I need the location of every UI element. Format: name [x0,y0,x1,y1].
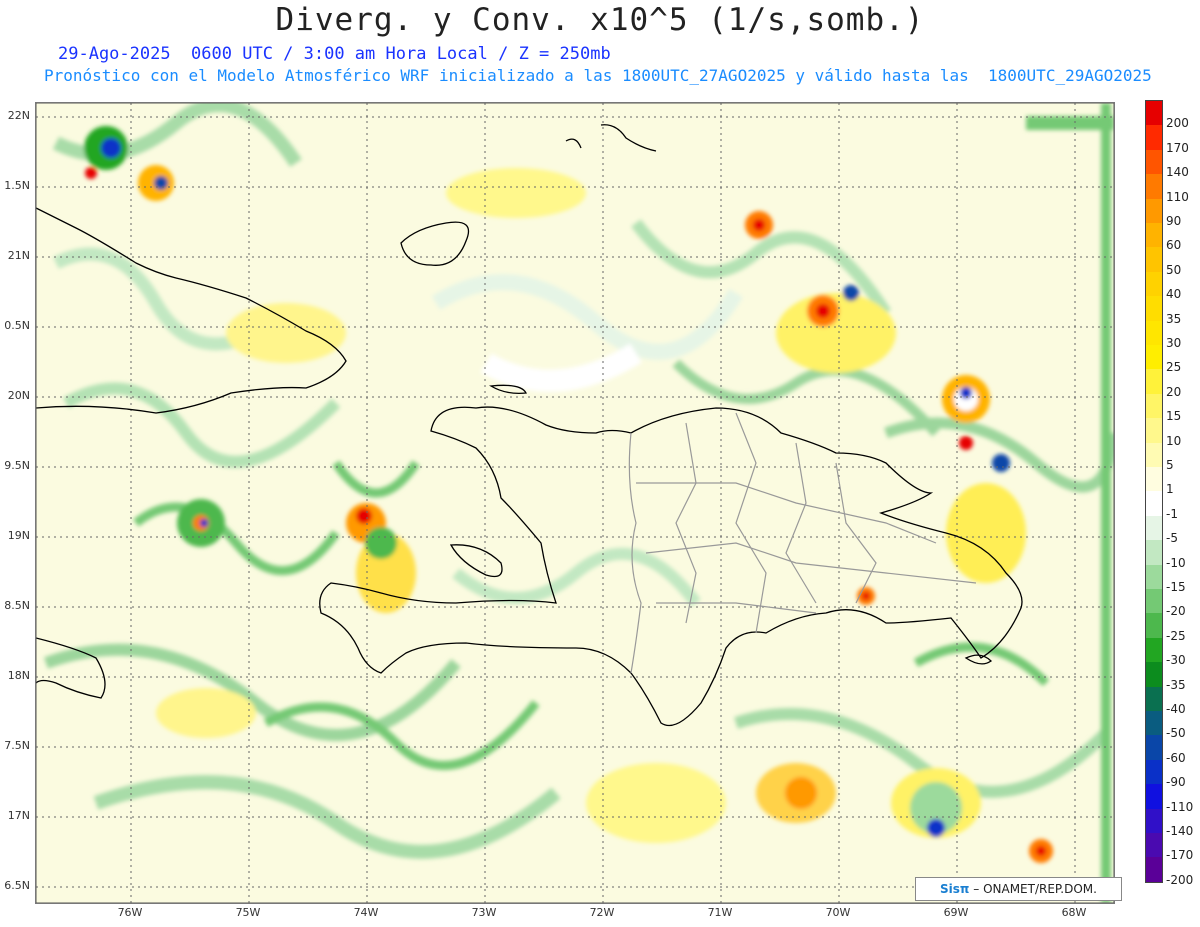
colorbar-swatch [1146,271,1162,297]
lat-label: 21N [7,249,30,262]
colorbar-label: 30 [1166,336,1182,350]
colorbar-swatch [1146,686,1162,712]
lon-label: 72W [589,906,615,919]
lon-label: 70W [825,906,851,919]
colorbar-swatch [1146,369,1162,395]
colorbar-label: 170 [1166,140,1189,155]
colorbar-swatch [1146,515,1162,541]
lat-label: 19N [7,529,30,542]
colorbar-swatch [1146,613,1162,639]
colorbar-swatch [1146,662,1162,688]
sispi-logo: Sisπ [940,882,970,896]
lat-label: 9.5N [4,459,30,472]
colorbar-label: -15 [1166,580,1186,594]
colorbar-swatch [1146,735,1162,761]
colorbar-label: -10 [1166,555,1186,570]
colorbar-swatch [1146,564,1162,590]
colorbar-label: 110 [1166,189,1189,204]
lat-label: 18N [7,669,30,682]
colorbar-label: -35 [1166,677,1186,692]
lat-label: 6.5N [4,879,30,892]
colorbar-label: -140 [1166,824,1194,838]
colorbar-label: 60 [1166,238,1182,253]
colorbar-swatch [1146,223,1162,248]
colorbar-label: 50 [1166,262,1182,277]
colorbar-label: 15 [1166,409,1182,424]
colorbar-swatch [1146,857,1162,883]
colorbar-swatch [1146,808,1162,834]
credit-box: Sisπ – ONAMET/REP.DOM. [915,877,1122,901]
lat-label: 22N [7,109,30,122]
colorbar-swatch [1146,393,1162,419]
lat-label: 1.5N [4,179,30,192]
colorbar-label: -5 [1166,531,1178,546]
colorbar-label: -25 [1166,628,1186,643]
colorbar-label: 25 [1166,360,1182,375]
colorbar-swatch [1146,759,1162,785]
colorbar-label: 10 [1166,433,1182,448]
colorbar-swatch [1146,418,1162,444]
colorbar-swatch [1146,637,1162,663]
colorbar-label: -50 [1166,726,1186,741]
colorbar-swatch [1146,149,1162,175]
colorbar-swatch [1146,784,1162,810]
colorbar-swatch [1146,320,1162,346]
colorbar-swatch [1146,296,1162,322]
colorbar-swatch [1146,467,1162,492]
colorbar-label: 1 [1166,482,1174,497]
colorbar-label: 20 [1166,384,1182,399]
colorbar-label: 200 [1166,116,1189,131]
lon-label: 69W [943,906,969,919]
colorbar-label: -110 [1166,799,1194,814]
colorbar-label: 40 [1166,287,1182,302]
colorbar-swatch [1146,198,1162,224]
lon-label: 75W [235,906,261,919]
lon-label: 76W [117,906,143,919]
lat-label: 17N [7,809,30,822]
colorbar-swatch [1146,174,1162,200]
colorbar-swatch [1146,247,1162,273]
colorbar-label: -170 [1166,848,1194,863]
colorbar-swatch [1146,125,1162,151]
colorbar-label: -200 [1166,872,1194,887]
colorbar-label: -30 [1166,653,1186,668]
colorbar [1145,100,1163,883]
colorbar-label: -1 [1166,506,1178,521]
colorbar-label: -40 [1166,702,1186,716]
subtitle-model: Pronóstico con el Modelo Atmosférico WRF… [44,66,1152,85]
colorbar-swatch [1146,833,1162,858]
colorbar-swatch [1146,345,1162,370]
map-title: Diverg. y Conv. x10^5 (1/s,somb.) [275,2,925,38]
divergence-field [36,103,1114,903]
subtitle-date: 29-Ago-2025 0600 UTC / 3:00 am Hora Loca… [58,44,611,64]
colorbar-swatch [1146,101,1162,126]
colorbar-swatch [1146,442,1162,468]
colorbar-swatch [1146,540,1162,566]
colorbar-label: 5 [1166,458,1174,472]
lat-label: 0.5N [4,319,30,332]
colorbar-label: 140 [1166,165,1189,180]
lat-label: 20N [7,389,30,402]
lat-label: 8.5N [4,599,30,612]
colorbar-label: -20 [1166,604,1186,619]
lat-label: 7.5N [4,739,30,752]
lon-label: 74W [353,906,379,919]
colorbar-swatch [1146,491,1162,517]
lon-label: 73W [471,906,497,919]
colorbar-swatch [1146,711,1162,736]
colorbar-label: -90 [1166,775,1186,790]
colorbar-label: 35 [1166,311,1182,326]
colorbar-swatch [1146,589,1162,614]
map-panel [35,102,1115,904]
credit-text: – ONAMET/REP.DOM. [973,882,1097,896]
lon-label: 68W [1061,906,1087,919]
colorbar-label: 90 [1166,214,1182,228]
colorbar-label: -60 [1166,750,1186,765]
lon-label: 71W [707,906,733,919]
